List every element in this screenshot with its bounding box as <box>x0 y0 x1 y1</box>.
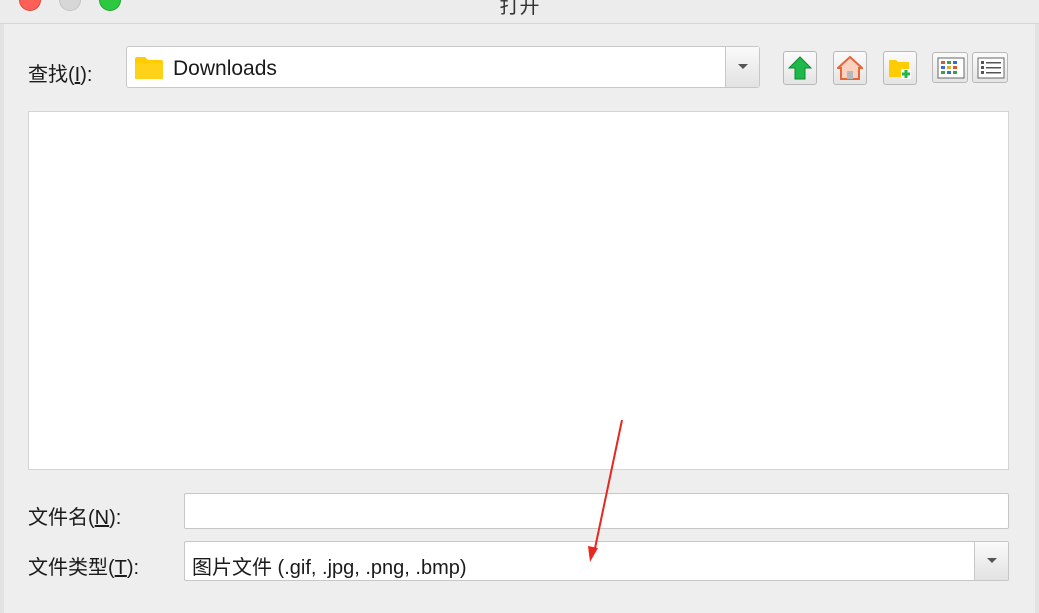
filetype-combo[interactable]: 图片文件 (.gif, .jpg, .png, .bmp) <box>184 541 1009 581</box>
up-one-level-button[interactable] <box>783 51 817 85</box>
home-button[interactable] <box>833 51 867 85</box>
folder-icon <box>134 56 164 80</box>
filetype-value: 图片文件 (.gif, .jpg, .png, .bmp) <box>192 557 467 579</box>
new-folder-button[interactable] <box>883 51 917 85</box>
chevron-down-icon <box>987 558 997 563</box>
window-title: 打开 <box>499 0 540 18</box>
lookin-value: Downloads <box>173 57 277 80</box>
file-list[interactable] <box>28 111 1009 470</box>
filetype-dropdown-button[interactable] <box>974 542 1008 580</box>
chevron-down-icon <box>738 64 748 69</box>
window-edge-right <box>1035 24 1039 613</box>
list-view-button[interactable] <box>932 52 968 83</box>
lookin-dropdown-button[interactable] <box>725 47 759 87</box>
lookin-label: 查找(I): <box>28 64 93 86</box>
details-view-button[interactable] <box>972 52 1008 83</box>
title-bar: 打开 <box>0 0 1039 24</box>
list-view-icon <box>937 57 965 79</box>
filename-label: 文件名(N): <box>28 507 122 529</box>
new-folder-icon <box>889 60 911 79</box>
window-edge-left <box>0 24 4 613</box>
up-one-level-icon <box>787 56 813 80</box>
home-icon <box>837 55 863 80</box>
details-view-icon <box>977 57 1005 79</box>
filename-input[interactable] <box>184 493 1009 529</box>
filetype-label: 文件类型(T): <box>28 557 140 579</box>
lookin-combo[interactable]: Downloads <box>126 46 760 88</box>
